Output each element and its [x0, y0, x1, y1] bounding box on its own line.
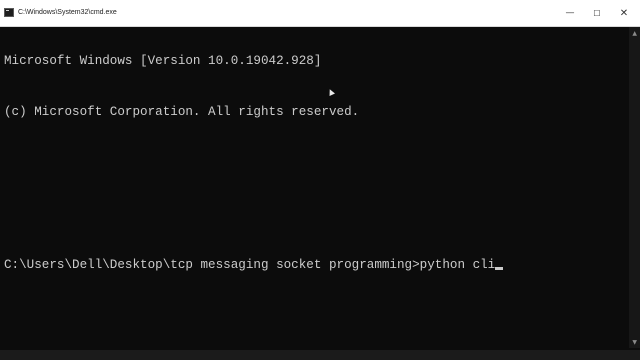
minimize-icon: — [565, 8, 575, 18]
console-line: Microsoft Windows [Version 10.0.19042.92… [4, 54, 322, 68]
bottom-edge [0, 350, 640, 360]
console-line: (c) Microsoft Corporation. All rights re… [4, 105, 360, 119]
window-title: C:\Windows\System32\cmd.exe [18, 9, 117, 16]
close-icon: ✕ [619, 7, 629, 19]
command-prompt-text: C:\Users\Dell\Desktop\tcp messaging sock… [4, 258, 496, 272]
scroll-down-icon[interactable]: ▼ [632, 339, 637, 346]
cmd-app-icon[interactable] [4, 8, 14, 17]
vertical-scrollbar[interactable] [629, 27, 640, 348]
text-cursor [495, 267, 504, 270]
command-line[interactable]: C:\Users\Dell\Desktop\tcp messaging sock… [4, 257, 624, 274]
maximize-icon: ☐ [593, 8, 601, 18]
scroll-up-icon[interactable]: ▲ [632, 30, 637, 37]
console-output[interactable]: Microsoft Windows [Version 10.0.19042.92… [0, 19, 628, 349]
